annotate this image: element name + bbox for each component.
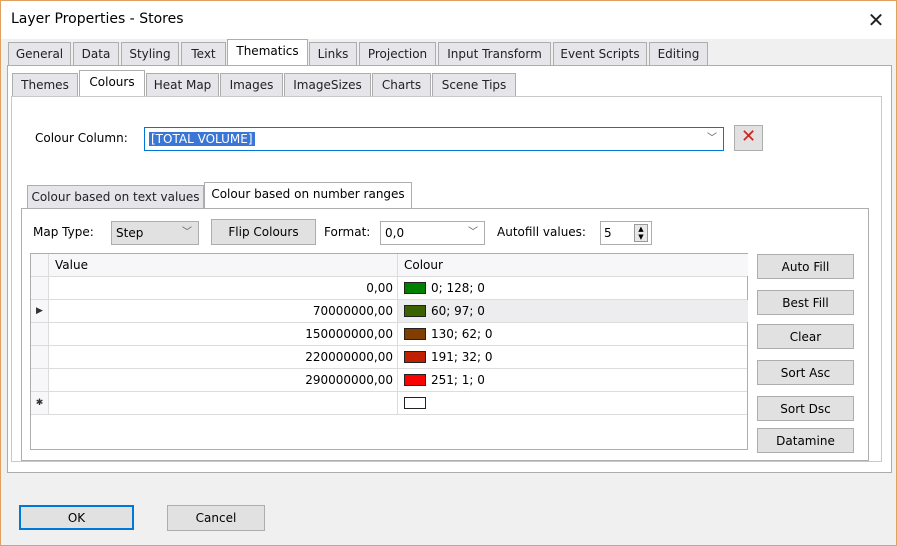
value-cell[interactable]: 70000000,00: [49, 300, 398, 322]
colour-swatch: [404, 351, 426, 363]
tab-input-transform[interactable]: Input Transform: [438, 42, 551, 66]
clear-button[interactable]: Clear: [757, 324, 854, 349]
clear-column-button[interactable]: ✕: [734, 125, 763, 151]
colour-text: 130; 62; 0: [431, 327, 493, 341]
table-row[interactable]: 0,00 0; 128; 0: [31, 277, 747, 300]
row-header[interactable]: [31, 277, 49, 299]
tab-scene-tips[interactable]: Scene Tips: [432, 73, 516, 97]
map-type-label: Map Type:: [33, 225, 94, 239]
map-type-select[interactable]: Step ﹀: [111, 221, 199, 245]
auto-fill-button[interactable]: Auto Fill: [757, 254, 854, 279]
current-row-indicator-icon[interactable]: ▶: [31, 300, 49, 322]
colour-cell[interactable]: 60; 97; 0: [398, 300, 748, 322]
new-row-marker-icon: ✱: [31, 392, 49, 414]
value-cell[interactable]: 0,00: [49, 277, 398, 299]
colour-text: 60; 97; 0: [431, 304, 485, 318]
ok-button[interactable]: OK: [19, 505, 134, 530]
colour-cell[interactable]: 130; 62; 0: [398, 323, 748, 345]
spin-down-icon[interactable]: ▼: [635, 233, 647, 241]
tab-heat-map[interactable]: Heat Map: [146, 73, 219, 97]
best-fill-button[interactable]: Best Fill: [757, 290, 854, 315]
colour-text: 251; 1; 0: [431, 373, 485, 387]
colour-text: 0; 128; 0: [431, 281, 485, 295]
tab-colour-number-ranges[interactable]: Colour based on number ranges: [204, 182, 412, 208]
spin-up-icon[interactable]: ▲: [635, 225, 647, 233]
colour-swatch: [404, 374, 426, 386]
autofill-spinner[interactable]: 5 ▲ ▼: [600, 221, 652, 245]
chevron-down-icon: ﹀: [468, 227, 478, 238]
table-row[interactable]: ▶ 70000000,00 60; 97; 0: [31, 300, 748, 323]
window-title: Layer Properties - Stores: [11, 11, 184, 27]
table-row[interactable]: 220000000,00 191; 32; 0: [31, 346, 747, 369]
colour-column-value: [TOTAL VOLUME]: [149, 132, 255, 146]
colour-cell[interactable]: [398, 392, 748, 414]
flip-colours-button[interactable]: Flip Colours: [211, 219, 316, 245]
table-row[interactable]: 150000000,00 130; 62; 0: [31, 323, 747, 346]
spinner-arrows[interactable]: ▲ ▼: [634, 224, 648, 242]
colour-swatch: [404, 305, 426, 317]
chevron-down-icon: ﹀: [707, 133, 717, 144]
tab-charts[interactable]: Charts: [372, 73, 431, 97]
sort-dsc-button[interactable]: Sort Dsc: [757, 396, 854, 421]
colour-swatch: [404, 328, 426, 340]
tab-text[interactable]: Text: [181, 42, 226, 66]
chevron-down-icon: ﹀: [182, 227, 192, 238]
tab-themes[interactable]: Themes: [12, 73, 78, 97]
value-cell[interactable]: 220000000,00: [49, 346, 398, 368]
tab-event-scripts[interactable]: Event Scripts: [553, 42, 647, 66]
column-header-value[interactable]: Value: [49, 254, 398, 276]
tab-styling[interactable]: Styling: [121, 42, 179, 66]
tab-data[interactable]: Data: [73, 42, 119, 66]
tab-projection[interactable]: Projection: [359, 42, 436, 66]
autofill-value: 5: [604, 226, 612, 240]
grid-header-row: Value Colour: [31, 254, 748, 277]
sort-asc-button[interactable]: Sort Asc: [757, 360, 854, 385]
format-value: 0,0: [385, 226, 405, 240]
tab-general[interactable]: General: [8, 42, 71, 66]
title-bar: Layer Properties - Stores ✕: [1, 1, 896, 39]
colour-column-label: Colour Column:: [35, 131, 128, 145]
colour-text: 191; 32; 0: [431, 350, 493, 364]
value-cell[interactable]: 290000000,00: [49, 369, 398, 391]
colour-swatch: [404, 397, 426, 409]
colour-cell[interactable]: 251; 1; 0: [398, 369, 748, 391]
new-table-row[interactable]: ✱: [31, 392, 747, 415]
map-type-value: Step: [116, 226, 144, 240]
colour-ranges-grid: Value Colour 0,00 0; 128; 0 ▶ 70000000,00 60…: [30, 253, 748, 450]
autofill-label: Autofill values:: [497, 225, 586, 239]
row-header[interactable]: [31, 323, 49, 345]
tab-thematics[interactable]: Thematics: [227, 39, 308, 65]
tab-links[interactable]: Links: [309, 42, 357, 66]
datamine-button[interactable]: Datamine: [757, 428, 854, 453]
value-cell[interactable]: [49, 392, 398, 414]
tab-imagesizes[interactable]: ImageSizes: [284, 73, 371, 97]
cancel-button[interactable]: Cancel: [167, 505, 265, 531]
format-label: Format:: [324, 225, 371, 239]
column-header-colour[interactable]: Colour: [398, 254, 748, 276]
table-row[interactable]: 290000000,00 251; 1; 0: [31, 369, 747, 392]
row-header[interactable]: [31, 346, 49, 368]
colour-column-select[interactable]: [TOTAL VOLUME] ﹀: [144, 127, 724, 151]
layer-properties-dialog: Layer Properties - Stores ✕ General Data…: [0, 0, 897, 546]
row-header[interactable]: [31, 369, 49, 391]
tab-editing[interactable]: Editing: [649, 42, 708, 66]
colour-cell[interactable]: 191; 32; 0: [398, 346, 748, 368]
colour-cell[interactable]: 0; 128; 0: [398, 277, 748, 299]
format-select[interactable]: 0,0 ﹀: [380, 221, 485, 245]
value-cell[interactable]: 150000000,00: [49, 323, 398, 345]
tab-colours[interactable]: Colours: [79, 70, 145, 96]
tab-images[interactable]: Images: [220, 73, 283, 97]
tab-colour-text-values[interactable]: Colour based on text values: [27, 185, 204, 209]
close-icon[interactable]: ✕: [861, 7, 891, 33]
colour-swatch: [404, 282, 426, 294]
clear-x-icon: ✕: [740, 126, 757, 147]
row-header-corner: [31, 254, 49, 276]
